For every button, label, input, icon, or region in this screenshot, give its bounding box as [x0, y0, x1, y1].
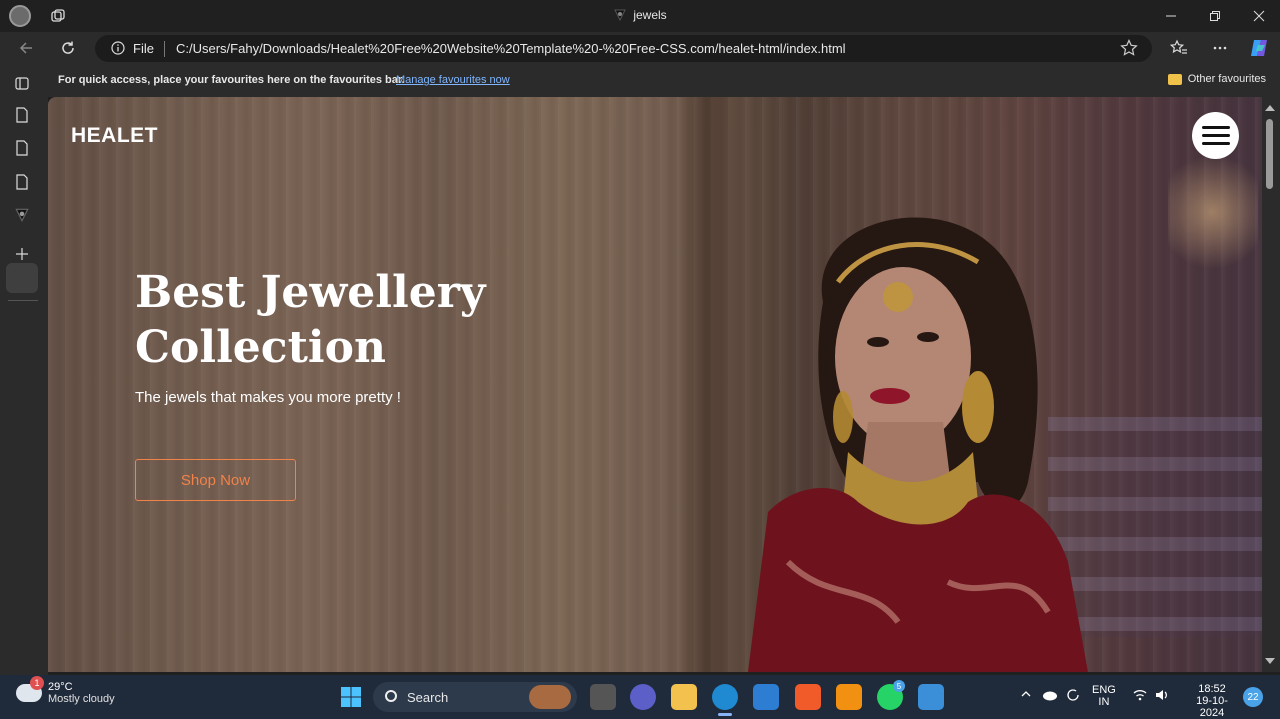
weather-badge: 1: [30, 676, 44, 690]
language-indicator[interactable]: ENG IN: [1092, 684, 1116, 708]
sidebar-divider: [8, 300, 38, 301]
close-button[interactable]: [1237, 0, 1280, 32]
menu-bar: [1201, 142, 1230, 145]
scroll-up-arrow[interactable]: [1265, 105, 1275, 111]
show-hidden-icons-chevron-icon[interactable]: [1020, 688, 1032, 703]
background-curtain: [678, 97, 738, 672]
notification-count-badge[interactable]: 22: [1243, 687, 1263, 707]
title-bar: jewels: [0, 0, 1280, 32]
navigation-bar: File C:/Users/Fahy/Downloads/Healet%20Fr…: [0, 32, 1280, 64]
cloud-icon: 1: [16, 676, 44, 702]
folder-icon: [1167, 73, 1182, 85]
photos-icon[interactable]: [918, 684, 944, 710]
tab-title-text: jewels: [633, 8, 667, 22]
sublime-text-icon[interactable]: [836, 684, 862, 710]
address-divider: [164, 41, 165, 57]
hero-subtitle: The jewels that makes you more pretty !: [135, 389, 401, 406]
favorite-star-icon[interactable]: [1120, 39, 1138, 57]
page-tab-icon[interactable]: [12, 172, 32, 192]
weather-temp: 29°C: [48, 681, 73, 693]
language-line1: ENG: [1092, 684, 1116, 696]
favorites-hint: For quick access, place your favourites …: [58, 74, 405, 86]
edge-browser-icon[interactable]: [712, 684, 738, 710]
favorites-icon[interactable]: [1165, 36, 1193, 60]
brave-browser-icon[interactable]: [795, 684, 821, 710]
protocol-label: File: [133, 41, 154, 56]
sync-icon[interactable]: [1065, 687, 1081, 706]
web-page-viewport: HEALET Best Jewellery Collection The jew…: [48, 97, 1262, 672]
weather-desc: Mostly cloudy: [48, 693, 115, 705]
taskbar-search[interactable]: Search: [373, 682, 577, 712]
whatsapp-badge: 5: [893, 680, 905, 692]
page-scrollbar[interactable]: [1262, 97, 1280, 672]
hero-model-image: [748, 217, 1088, 672]
shop-now-button[interactable]: Shop Now: [135, 459, 296, 501]
address-bar[interactable]: File C:/Users/Fahy/Downloads/Healet%20Fr…: [95, 35, 1152, 62]
hero-title: Best Jewellery Collection: [135, 265, 555, 375]
windows-start-icon[interactable]: [338, 684, 364, 710]
hero-title-line2: Collection: [135, 322, 386, 373]
new-tab-plus-icon[interactable]: [12, 244, 32, 264]
search-label: Search: [407, 690, 449, 705]
restore-button[interactable]: [1193, 0, 1237, 32]
refresh-button[interactable]: [54, 36, 82, 60]
search-icon: [385, 690, 397, 702]
other-favorites-folder[interactable]: Other favourites: [1167, 73, 1266, 85]
clock-date: 19-10-2024: [1196, 695, 1228, 719]
info-icon[interactable]: [111, 41, 125, 55]
tab-actions-icon[interactable]: [12, 73, 32, 93]
minimize-button[interactable]: [1149, 0, 1193, 32]
jewel-favicon-icon: [613, 8, 627, 22]
clock[interactable]: 18:52 19-10-2024: [1184, 683, 1240, 719]
page-tab-icon[interactable]: [12, 105, 32, 125]
weather-widget[interactable]: 1 29°C Mostly cloudy: [16, 676, 115, 705]
file-explorer-icon[interactable]: [671, 684, 697, 710]
page-tab-icon[interactable]: [12, 138, 32, 158]
menu-bar: [1201, 134, 1230, 137]
site-brand-logo[interactable]: HEALET: [71, 124, 158, 148]
manage-favorites-link[interactable]: Manage favourites now: [396, 74, 510, 86]
back-button[interactable]: [12, 36, 40, 60]
task-view-icon[interactable]: [590, 684, 616, 710]
windows-taskbar: 1 29°C Mostly cloudy Search 5 ENG IN 18:…: [0, 675, 1280, 719]
onedrive-cloud-icon[interactable]: [1042, 689, 1058, 704]
background-chandelier: [1168, 137, 1258, 287]
url-text[interactable]: C:/Users/Fahy/Downloads/Healet%20Free%20…: [176, 41, 846, 56]
search-highlight-image: [529, 685, 571, 709]
scroll-down-arrow[interactable]: [1265, 658, 1275, 664]
more-options-icon[interactable]: [1206, 36, 1234, 60]
active-app-indicator: [718, 713, 732, 716]
background-window: [1048, 417, 1262, 637]
jewel-favicon-icon[interactable]: [12, 205, 32, 225]
hamburger-menu-button[interactable]: [1192, 112, 1239, 159]
hero-title-line1: Best Jewellery: [135, 267, 486, 318]
wifi-icon[interactable]: [1132, 688, 1148, 705]
favorites-bar: For quick access, place your favourites …: [48, 64, 1280, 97]
scrollbar-thumb[interactable]: [1266, 119, 1273, 189]
copilot-icon[interactable]: [1245, 36, 1273, 60]
clock-time: 18:52: [1198, 683, 1226, 695]
language-line2: IN: [1098, 696, 1110, 708]
menu-bar: [1201, 126, 1230, 129]
vertical-tabs-sidebar: [0, 64, 48, 675]
volume-icon[interactable]: [1154, 688, 1170, 705]
active-tab-highlight[interactable]: [6, 263, 38, 293]
other-favorites-label: Other favourites: [1187, 73, 1266, 85]
tab-title[interactable]: jewels: [0, 8, 1280, 22]
store-icon[interactable]: [753, 684, 779, 710]
teams-icon[interactable]: [630, 684, 656, 710]
